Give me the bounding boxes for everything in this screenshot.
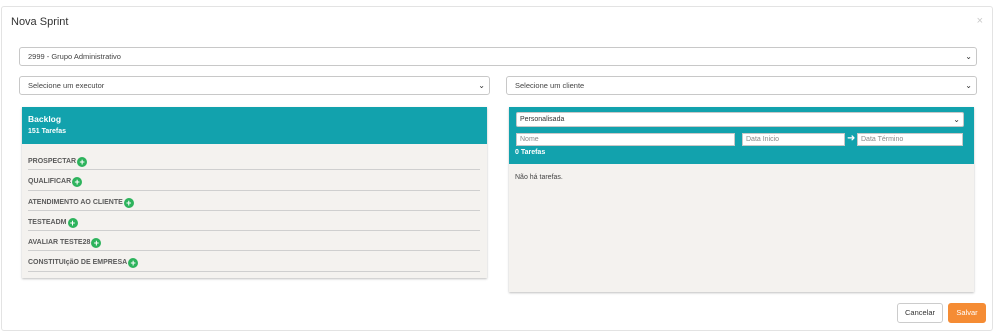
chevron-down-icon: ⌄ [953,115,960,124]
executor-select[interactable]: Selecione um executor ⌄ [19,76,490,95]
backlog-title: Backlog [28,114,62,124]
client-select-value: Selecione um cliente [515,81,585,90]
arrow-right-icon: ➜ [847,133,856,144]
add-icon[interactable]: + [128,258,139,269]
stage-label[interactable]: CONSTITUIçãO DE EMPRESA [28,259,127,266]
stage-label[interactable]: AVALIAR TESTE28 [28,239,90,246]
client-select[interactable]: Selecione um cliente ⌄ [506,76,977,95]
stage-label[interactable]: QUALIFICAR [28,178,71,185]
stage-row: CONSTITUIçãO DE EMPRESA + [28,251,480,272]
add-icon[interactable]: + [72,177,83,188]
stage-label[interactable]: PROSPECTAR [28,158,76,165]
stage-row: TESTEADM + [28,211,480,232]
chevron-down-icon: ⌄ [965,52,972,61]
stage-row: AVALIAR TESTE28 + [28,231,480,252]
executor-select-value: Selecione um executor [28,81,105,90]
start-date-input[interactable]: Data Inicio [742,133,845,146]
backlog-task-count: 151 Tarefas [28,128,67,135]
cancel-button[interactable]: Cancelar [897,303,943,323]
backlog-panel: Backlog 151 Tarefas PROSPECTAR + QUALIFIC… [22,107,487,278]
sprint-name-input[interactable]: Nome [516,133,735,146]
stage-row: QUALIFICAR + [28,170,480,191]
modal-title: Nova Sprint [11,16,69,28]
sprint-header: Personalisada ⌄ Nome Data Inicio ➜ Data … [509,107,974,164]
stage-row: ATENDIMENTO AO CLIENTE + [28,191,480,211]
sprint-panel: Personalisada ⌄ Nome Data Inicio ➜ Data … [509,107,974,292]
stage-label[interactable]: ATENDIMENTO AO CLIENTE [28,199,123,206]
backlog-header: Backlog 151 Tarefas [22,107,487,144]
close-icon[interactable]: × [977,15,983,27]
add-icon[interactable]: + [67,217,78,228]
group-select-value: 2999 - Grupo Administrativo [28,52,121,61]
empty-message: Não há tarefas. [515,174,563,181]
group-select[interactable]: 2999 - Grupo Administrativo ⌄ [19,47,977,66]
save-button[interactable]: Salvar [948,303,986,323]
add-icon[interactable]: + [91,238,102,249]
stage-row: PROSPECTAR + [28,150,480,171]
add-icon[interactable]: + [77,157,88,167]
chevron-down-icon: ⌄ [478,81,485,90]
chevron-down-icon: ⌄ [965,81,972,90]
end-date-input[interactable]: Data Término [857,133,963,146]
stage-list: PROSPECTAR + QUALIFICAR + ATENDIMENTO AO C… [22,144,487,272]
period-select[interactable]: Personalisada ⌄ [516,112,964,127]
period-select-value: Personalisada [520,116,565,123]
add-icon[interactable]: + [123,197,134,208]
sprint-task-count: 0 Tarefas [515,149,546,156]
stage-label[interactable]: TESTEADM [28,219,67,226]
